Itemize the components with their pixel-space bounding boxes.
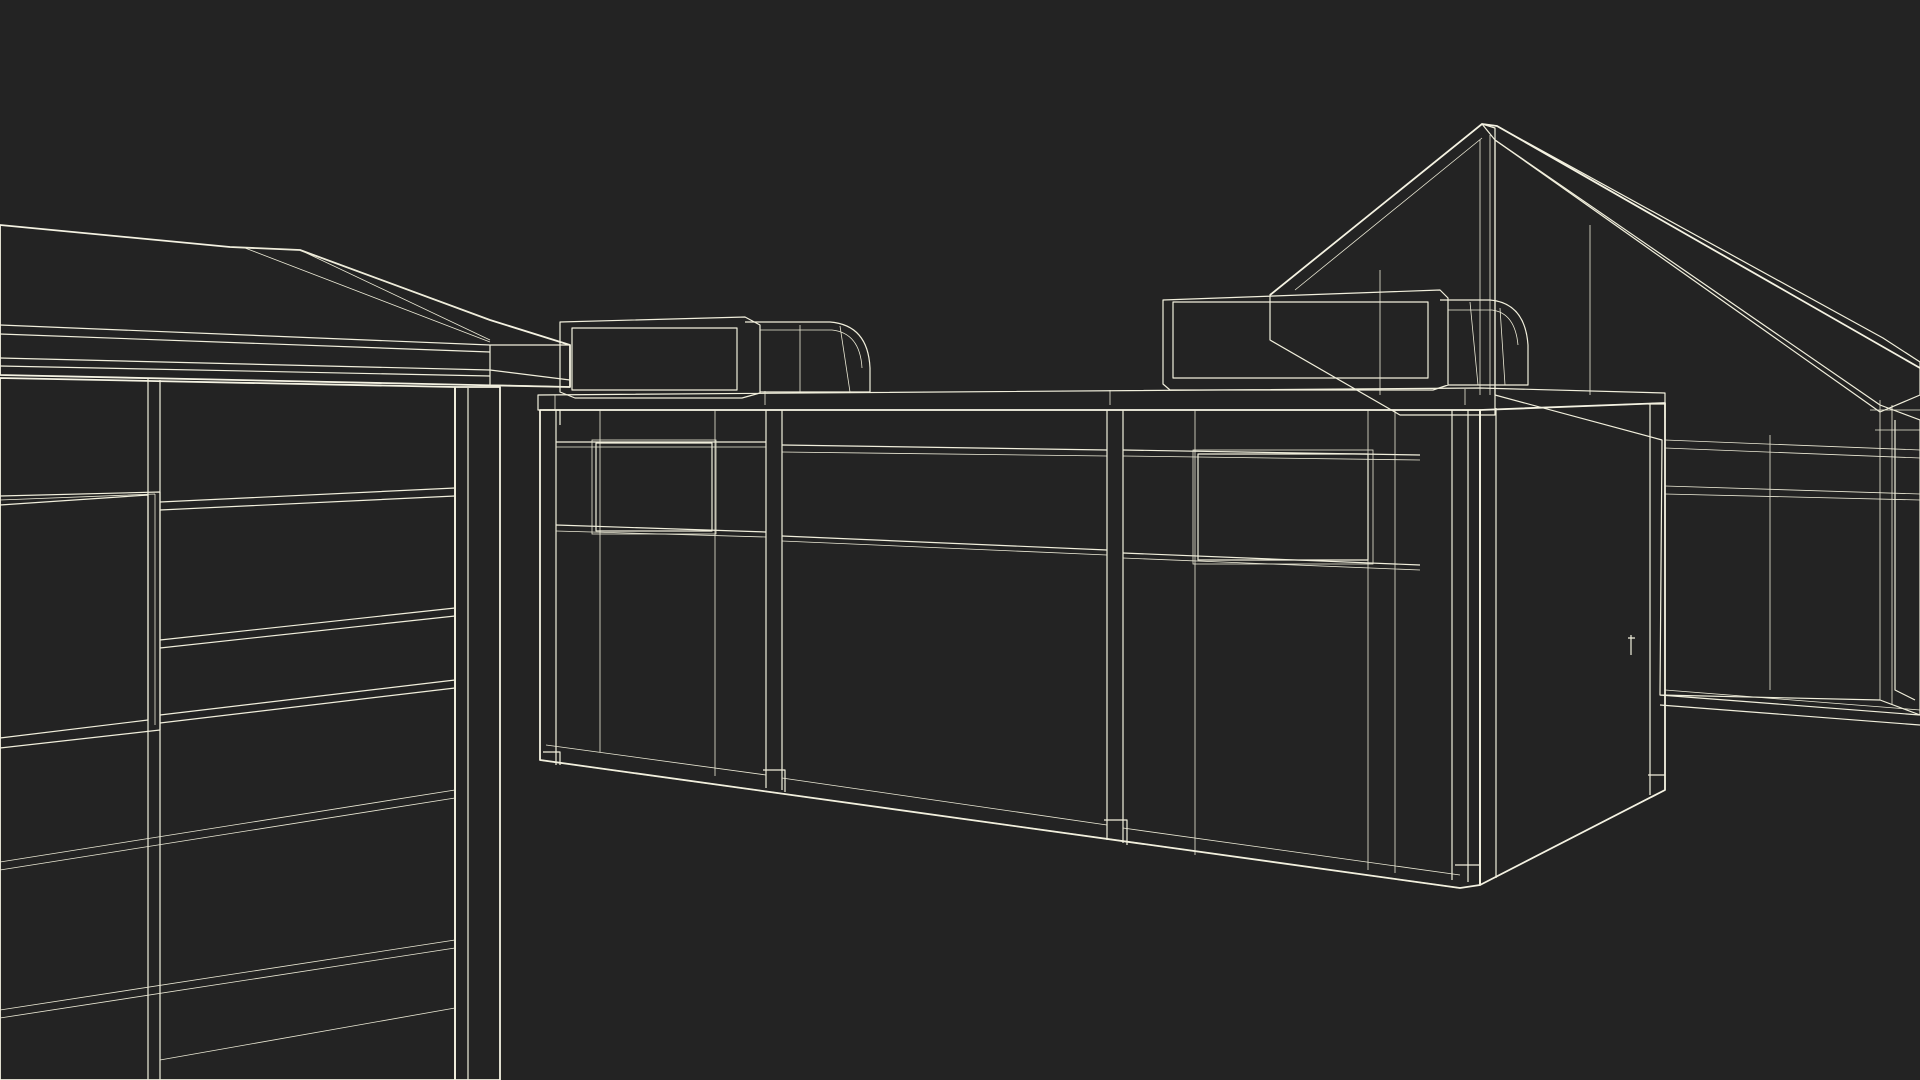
shed-louver <box>0 491 161 749</box>
roof-unit-left <box>559 316 871 399</box>
wireframe-render <box>0 123 1920 1080</box>
generator-enclosure <box>537 289 1666 889</box>
3d-viewport[interactable] <box>0 0 1920 1080</box>
gable-house <box>1269 123 1920 726</box>
roof-unit-right <box>1162 289 1529 391</box>
left-shed <box>0 224 571 1080</box>
front-louver-right <box>1192 449 1374 565</box>
front-louver-left <box>591 439 717 535</box>
